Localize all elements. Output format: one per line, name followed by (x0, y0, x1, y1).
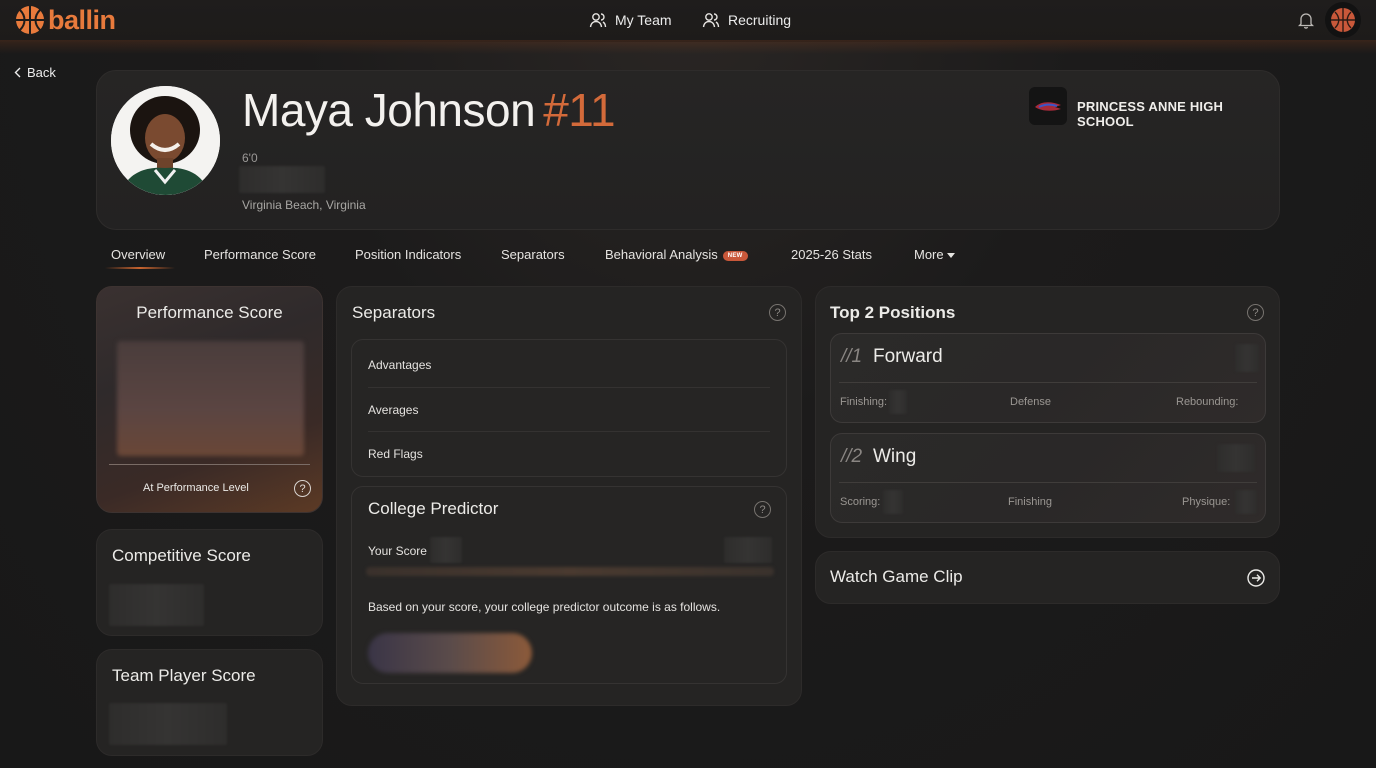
competitive-score-card: Competitive Score (96, 529, 323, 636)
your-score-label: Your Score (368, 544, 427, 558)
bell-icon[interactable] (1298, 11, 1314, 29)
position-attribute: Finishing: (840, 396, 888, 408)
position-attribute: Rebounding: (1176, 396, 1239, 408)
school-name: PRINCESS ANNE HIGH SCHOOL (1077, 99, 1224, 129)
separators-list: Advantages Averages Red Flags (351, 339, 787, 477)
separators-card: Separators ? Advantages Averages Red Fla… (336, 286, 802, 706)
position-score-redacted (1235, 344, 1259, 372)
position-attribute: Finishing (1008, 496, 1053, 508)
user-avatar[interactable] (1325, 2, 1361, 38)
attribute-value-redacted (889, 390, 907, 414)
tab-more[interactable]: More (914, 247, 955, 262)
player-name: Maya Johnson #11 (242, 83, 616, 137)
tab-stats[interactable]: 2025-26 Stats (791, 247, 872, 262)
school-logo (1029, 87, 1067, 125)
separator-advantages[interactable]: Advantages (368, 343, 770, 387)
player-profile-header: Maya Johnson #11 6'0 Virginia Beach, Virg… (96, 70, 1280, 230)
nav-recruiting-label: Recruiting (728, 12, 792, 28)
player-height: 6'0 (242, 151, 258, 165)
team-player-score-value-redacted (109, 703, 227, 745)
player-location: Virginia Beach, Virginia (242, 198, 366, 212)
divider (839, 382, 1257, 383)
watch-game-clip-title: Watch Game Clip (830, 567, 963, 586)
divider (839, 482, 1257, 483)
tab-separators[interactable]: Separators (501, 247, 565, 262)
help-icon[interactable]: ? (769, 304, 786, 321)
player-name-text: Maya Johnson (242, 84, 536, 136)
team-player-score-title: Team Player Score (112, 666, 256, 685)
performance-score-title: Performance Score (136, 303, 283, 322)
player-photo (111, 86, 220, 195)
divider (109, 464, 310, 465)
score-progress-bar (366, 567, 774, 576)
redacted-field (239, 166, 325, 193)
performance-level-label: At Performance Level (143, 482, 249, 494)
player-jersey-number: #11 (543, 84, 616, 136)
position-card-forward[interactable]: //1 Forward Finishing: Defense Reboundin… (830, 333, 1266, 423)
position-rank: //2 (841, 446, 863, 467)
top-positions-card: Top 2 Positions ? //1 Forward Finishing:… (815, 286, 1280, 538)
tab-overview[interactable]: Overview (104, 247, 176, 269)
score-max-redacted (724, 537, 772, 563)
separators-title: Separators (352, 303, 436, 322)
team-player-score-card: Team Player Score (96, 649, 323, 756)
nav-recruiting[interactable]: Recruiting (702, 11, 791, 29)
separator-red-flags[interactable]: Red Flags (368, 431, 770, 475)
position-score-redacted (1217, 444, 1255, 472)
app-logo[interactable]: ballin (14, 4, 116, 36)
separator-averages[interactable]: Averages (368, 387, 770, 431)
attribute-value-redacted (883, 490, 903, 514)
top-navigation-bar: ballin My Team Recruiting (0, 0, 1376, 54)
back-label: Back (27, 65, 56, 80)
users-icon (702, 13, 720, 28)
basketball-icon (1331, 8, 1355, 32)
help-icon[interactable]: ? (1247, 304, 1264, 321)
tab-behavioral-analysis-label: Behavioral Analysis (605, 247, 718, 262)
chevron-left-icon (14, 67, 21, 78)
college-predictor-title: College Predictor (368, 499, 499, 518)
competitive-score-value-redacted (109, 584, 204, 626)
cavalier-icon (1035, 102, 1061, 111)
nav-my-team[interactable]: My Team (589, 11, 672, 29)
top-positions-title: Top 2 Positions (830, 303, 956, 322)
tab-performance-score[interactable]: Performance Score (204, 247, 316, 262)
help-icon[interactable]: ? (754, 501, 771, 518)
user-icon (589, 13, 607, 28)
position-card-wing[interactable]: //2 Wing Scoring: Finishing Physique: (830, 433, 1266, 523)
performance-score-card: Performance Score At Performance Level ? (96, 286, 323, 513)
brand-name: ballin (48, 4, 116, 35)
basketball-icon (16, 6, 44, 34)
help-icon[interactable]: ? (294, 480, 311, 497)
position-attribute: Physique: (1182, 496, 1231, 508)
nav-my-team-label: My Team (615, 12, 672, 28)
college-predictor-description: Based on your score, your college predic… (368, 600, 721, 614)
back-link[interactable]: Back (14, 65, 56, 80)
competitive-score-title: Competitive Score (112, 546, 251, 565)
tab-behavioral-analysis[interactable]: Behavioral Analysis NEW (605, 247, 748, 262)
performance-score-value-redacted (117, 341, 304, 456)
position-attribute: Defense (1010, 396, 1051, 408)
position-attribute: Scoring: (840, 496, 881, 508)
predictor-outcome-button[interactable] (368, 633, 532, 673)
new-badge: NEW (722, 250, 748, 261)
caret-down-icon (946, 253, 955, 259)
position-rank: //1 (841, 346, 863, 367)
tab-position-indicators[interactable]: Position Indicators (355, 247, 461, 262)
college-predictor-panel: College Predictor ? Your Score Based on … (351, 486, 787, 684)
your-score-value-redacted (430, 537, 462, 563)
position-name: Forward (873, 346, 943, 367)
attribute-value-redacted (1235, 490, 1257, 514)
arrow-right-circle-icon[interactable] (1247, 569, 1265, 587)
tab-more-label: More (914, 247, 944, 262)
watch-game-clip-card[interactable]: Watch Game Clip (815, 551, 1280, 604)
position-name: Wing (873, 446, 917, 467)
